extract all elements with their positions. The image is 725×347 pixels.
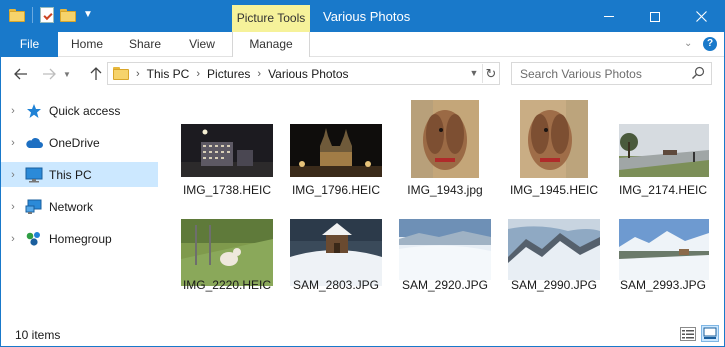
chevron-right-icon[interactable]: › (257, 68, 261, 80)
large-icons-view-button[interactable] (701, 325, 719, 342)
image-thumbnail (619, 124, 709, 177)
breadcrumb: › This PC › Pictures › Various Photos (136, 67, 349, 81)
image-thumbnail (508, 219, 600, 280)
minimize-button[interactable] (586, 1, 632, 32)
large-icons-view-icon (703, 327, 717, 339)
forward-button[interactable] (39, 65, 59, 83)
back-arrow-icon (14, 68, 27, 80)
network-icon (25, 199, 43, 215)
address-bar[interactable]: › This PC › Pictures › Various Photos ▼ … (107, 62, 500, 85)
sidebar-item-label: Network (49, 199, 94, 214)
up-arrow-icon (90, 67, 102, 80)
homegroup-icon (25, 231, 43, 247)
image-thumbnail (181, 124, 273, 177)
sidebar-item-label: This PC (49, 167, 92, 182)
file-tile[interactable]: IMG_2174.HEIC (609, 99, 717, 204)
tab-view[interactable]: View (177, 32, 227, 57)
explorer-window: ▼ Picture Tools Various Photos File Home… (0, 0, 725, 347)
maximize-icon (650, 11, 660, 22)
image-thumbnail (411, 100, 479, 178)
tab-share[interactable]: Share (118, 32, 172, 57)
forward-arrow-icon (43, 68, 56, 80)
sidebar-item-label: Homegroup (49, 231, 112, 246)
chevron-right-icon[interactable]: › (3, 105, 23, 117)
file-tile[interactable]: IMG_2220.HEIC (173, 194, 281, 299)
chevron-right-icon[interactable]: › (3, 233, 23, 245)
quick-access-toolbar: ▼ (9, 7, 94, 23)
image-thumbnail (619, 219, 709, 280)
up-button[interactable] (86, 65, 106, 83)
sidebar-item-quick-access[interactable]: › Quick access (1, 98, 158, 123)
file-name: SAM_2990.JPG (510, 278, 598, 292)
navigation-bar: ▼ › This PC › Pictures › Various Photos … (1, 57, 724, 91)
breadcrumb-various-photos[interactable]: Various Photos (268, 67, 349, 81)
close-button[interactable] (678, 1, 724, 32)
recent-locations-button[interactable]: ▼ (61, 65, 73, 83)
folder-icon (113, 67, 129, 80)
image-thumbnail (520, 100, 588, 178)
file-tile[interactable]: SAM_2920.JPG (391, 194, 499, 299)
minimize-icon (604, 16, 614, 17)
star-icon (25, 103, 43, 119)
properties-icon[interactable] (40, 7, 54, 23)
navigation-pane: › Quick access › OneDrive › This PC › Ne… (1, 91, 161, 321)
image-thumbnail (290, 124, 382, 177)
help-icon[interactable]: ? (703, 37, 717, 51)
details-view-icon[interactable] (680, 327, 696, 341)
file-list: IMG_1738.HEIC IMG_1796.HEIC IMG_1943.jpg… (173, 91, 718, 316)
maximize-button[interactable] (632, 1, 678, 32)
sidebar-item-onedrive[interactable]: › OneDrive (1, 130, 158, 155)
sidebar-item-label: OneDrive (49, 135, 100, 150)
chevron-right-icon[interactable]: › (3, 137, 23, 149)
title-bar: ▼ Picture Tools Various Photos (1, 1, 724, 32)
file-tile[interactable]: SAM_2803.JPG (282, 194, 390, 299)
file-name: SAM_2803.JPG (292, 278, 380, 292)
chevron-right-icon[interactable]: › (196, 68, 200, 80)
folder-icon (9, 8, 25, 22)
image-thumbnail (290, 219, 382, 286)
file-tile[interactable]: IMG_1796.HEIC (282, 99, 390, 204)
sidebar-item-homegroup[interactable]: › Homegroup (1, 226, 158, 251)
sidebar-item-network[interactable]: › Network (1, 194, 158, 219)
picture-tools-label: Picture Tools (232, 5, 310, 32)
breadcrumb-pictures[interactable]: Pictures (207, 67, 250, 81)
search-input[interactable] (512, 63, 690, 84)
file-tile[interactable]: SAM_2990.JPG (500, 194, 608, 299)
qat-separator (32, 7, 33, 23)
refresh-icon[interactable]: ↻ (482, 64, 499, 83)
file-tile[interactable]: IMG_1943.jpg (391, 99, 499, 204)
file-tile[interactable]: IMG_1738.HEIC (173, 99, 281, 204)
file-name: SAM_2993.JPG (619, 278, 707, 292)
file-tile[interactable]: SAM_2993.JPG (609, 194, 717, 299)
monitor-icon (25, 167, 43, 183)
expand-ribbon-icon[interactable]: ⌄ (684, 38, 692, 49)
search-box[interactable] (511, 62, 712, 85)
sidebar-item-this-pc[interactable]: › This PC (1, 162, 158, 187)
address-dropdown-icon[interactable]: ▼ (466, 64, 482, 83)
tab-file[interactable]: File (1, 32, 58, 57)
image-thumbnail (399, 219, 491, 280)
chevron-right-icon[interactable]: › (3, 201, 23, 213)
close-icon (695, 11, 707, 22)
chevron-right-icon[interactable]: › (136, 68, 140, 80)
chevron-right-icon[interactable]: › (3, 169, 23, 181)
file-name: SAM_2920.JPG (401, 278, 489, 292)
image-thumbnail (181, 219, 273, 286)
qat-dropdown-icon[interactable]: ▼ (82, 9, 94, 21)
tab-manage[interactable]: Manage (232, 32, 310, 57)
ribbon-tabs: File Home Share View Manage ⌄ ? (1, 32, 724, 57)
tab-home[interactable]: Home (61, 32, 113, 57)
file-tile[interactable]: IMG_1945.HEIC (500, 99, 608, 204)
breadcrumb-this-pc[interactable]: This PC (147, 67, 190, 81)
new-folder-icon[interactable] (60, 8, 76, 22)
item-count: 10 items (15, 328, 61, 342)
window-title: Various Photos (323, 9, 411, 24)
back-button[interactable] (11, 65, 31, 83)
file-name: IMG_2220.HEIC (182, 278, 272, 292)
sidebar-item-label: Quick access (49, 103, 121, 118)
status-bar: 10 items (1, 321, 724, 346)
search-icon[interactable] (691, 66, 705, 80)
cloud-icon (25, 135, 43, 151)
